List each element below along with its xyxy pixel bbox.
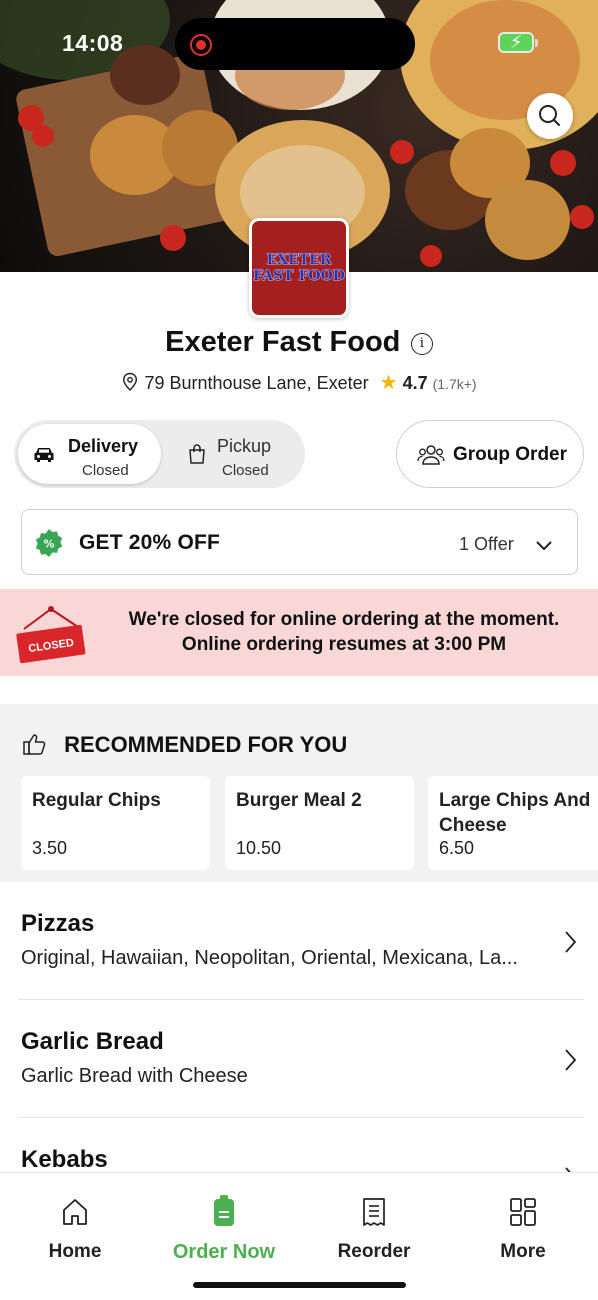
address-rating-row: 79 Burnthouse Lane, Exeter ★ 4.7 (1.7k+) bbox=[0, 370, 598, 395]
svg-text:%: % bbox=[43, 538, 54, 551]
pickup-status: Closed bbox=[222, 462, 269, 479]
logo-text: EXETER FAST FOOD bbox=[253, 252, 345, 285]
category-name: Pizzas bbox=[21, 910, 95, 937]
restaurant-logo: EXETER FAST FOOD bbox=[249, 218, 349, 318]
recording-indicator-icon bbox=[190, 34, 212, 56]
discount-badge-icon: % bbox=[35, 529, 63, 557]
order-mode-toggle: Delivery Closed Pickup Closed bbox=[14, 420, 305, 488]
restaurant-address: 79 Burnthouse Lane, Exeter bbox=[144, 373, 369, 393]
search-button[interactable] bbox=[527, 93, 573, 139]
closed-notice-banner: CLOSED We're closed for online ordering … bbox=[0, 589, 598, 676]
restaurant-name: Exeter Fast Food bbox=[165, 326, 401, 358]
recommended-item-name: Burger Meal 2 bbox=[236, 790, 362, 811]
nav-label: Order Now bbox=[172, 1241, 276, 1263]
restaurant-title-row: Exeter Fast Food i bbox=[0, 326, 598, 359]
pickup-title: Pickup bbox=[217, 436, 272, 456]
bottom-navigation: Home Order Now Reorder More bbox=[0, 1172, 598, 1300]
chevron-right-icon bbox=[565, 931, 577, 953]
nav-home[interactable]: Home bbox=[15, 1193, 135, 1263]
closed-message: We're closed for online ordering at the … bbox=[100, 607, 588, 657]
recommended-item-price: 6.50 bbox=[439, 838, 475, 858]
offer-title: GET 20% OFF bbox=[79, 531, 221, 554]
home-icon bbox=[63, 1199, 87, 1225]
shopping-bag-icon bbox=[189, 444, 205, 464]
recommended-card[interactable]: Burger Meal 2 10.50 bbox=[225, 776, 414, 870]
category-row-pizzas[interactable]: Pizzas Original, Hawaiian, Neopolitan, O… bbox=[18, 882, 584, 1000]
category-description: Garlic Bread with Cheese bbox=[21, 1065, 248, 1087]
category-description: Original, Hawaiian, Neopolitan, Oriental… bbox=[21, 947, 518, 969]
recommended-item-name: Large Chips And Cheese bbox=[439, 790, 591, 836]
battery-charging-icon: ⚡ bbox=[498, 32, 538, 53]
closed-message-line2: Online ordering resumes at 3:00 PM bbox=[181, 634, 507, 655]
nav-label: Reorder bbox=[337, 1241, 411, 1262]
recommended-card[interactable]: Regular Chips 3.50 bbox=[21, 776, 210, 870]
recommended-item-price: 10.50 bbox=[236, 838, 282, 858]
recommended-section: RECOMMENDED FOR YOU Regular Chips 3.50 B… bbox=[0, 704, 598, 882]
closed-sign-icon: CLOSED bbox=[16, 606, 86, 664]
chevron-down-icon bbox=[536, 541, 552, 551]
star-icon: ★ bbox=[379, 372, 398, 394]
thumbs-up-icon bbox=[23, 734, 46, 755]
order-bag-icon bbox=[214, 1195, 234, 1226]
nav-label: More bbox=[500, 1241, 546, 1262]
car-icon bbox=[34, 448, 54, 462]
home-indicator[interactable] bbox=[193, 1282, 406, 1288]
nav-more[interactable]: More bbox=[463, 1193, 583, 1263]
recommended-heading: RECOMMENDED FOR YOU bbox=[22, 732, 347, 758]
rating-count: (1.7k+) bbox=[432, 376, 477, 392]
delivery-title: Delivery bbox=[68, 436, 139, 456]
location-pin-icon bbox=[123, 372, 138, 391]
delivery-status: Closed bbox=[82, 462, 129, 479]
status-time: 14:08 bbox=[62, 30, 124, 56]
category-name: Kebabs bbox=[21, 1146, 108, 1173]
category-name: Garlic Bread bbox=[21, 1028, 164, 1055]
offer-dropdown[interactable]: % GET 20% OFF 1 Offer bbox=[21, 509, 578, 575]
group-users-icon bbox=[417, 445, 445, 465]
closed-message-line1: We're closed for online ordering at the … bbox=[128, 609, 560, 630]
group-order-label: Group Order bbox=[453, 444, 568, 465]
nav-label: Home bbox=[48, 1241, 102, 1262]
chevron-right-icon bbox=[565, 1049, 577, 1071]
offer-count: 1 Offer bbox=[459, 534, 514, 554]
receipt-icon bbox=[363, 1198, 385, 1226]
info-icon[interactable]: i bbox=[410, 333, 433, 355]
nav-reorder[interactable]: Reorder bbox=[314, 1193, 434, 1263]
category-row-garlic-bread[interactable]: Garlic Bread Garlic Bread with Cheese bbox=[18, 1000, 584, 1118]
pickup-option[interactable]: Pickup Closed bbox=[169, 424, 299, 484]
search-icon bbox=[539, 105, 560, 126]
recommended-item-name: Regular Chips bbox=[32, 790, 161, 811]
grid-icon bbox=[510, 1198, 536, 1226]
nav-order-now[interactable]: Order Now bbox=[164, 1193, 284, 1264]
rating-value: 4.7 bbox=[402, 373, 428, 393]
group-order-button[interactable]: Group Order bbox=[396, 420, 584, 488]
recommended-item-price: 3.50 bbox=[32, 838, 68, 858]
recommended-card[interactable]: Large Chips And Cheese 6.50 bbox=[428, 776, 598, 870]
delivery-option[interactable]: Delivery Closed bbox=[18, 424, 161, 484]
recommended-heading-text: RECOMMENDED FOR YOU bbox=[64, 732, 348, 757]
